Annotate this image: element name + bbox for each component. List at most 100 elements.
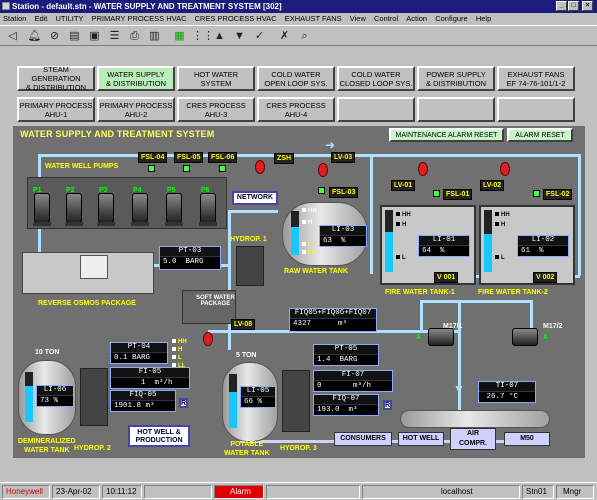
nav-empty-3[interactable]: [497, 97, 575, 122]
lv-03-valve-icon[interactable]: [318, 163, 328, 177]
m17-1-motor-icon[interactable]: [428, 328, 454, 346]
m17-2-motor-icon[interactable]: [512, 328, 538, 346]
alarm-indicator[interactable]: Alarm: [214, 485, 264, 499]
network-link[interactable]: NETWORK: [232, 191, 278, 205]
menu-primary-process-hvac[interactable]: PRIMARY PROCESS HVAC: [92, 14, 187, 23]
status-host: localhost: [362, 485, 520, 499]
pump-p5[interactable]: [165, 193, 183, 226]
li-02-readout[interactable]: LI-02 61 %: [517, 235, 569, 257]
v-001-tag[interactable]: V 001: [434, 272, 459, 283]
menu-edit[interactable]: Edit: [34, 14, 47, 23]
check-icon[interactable]: ✓: [252, 29, 267, 44]
document-icon[interactable]: ▥: [147, 29, 162, 44]
menu-configure[interactable]: Configure: [435, 14, 468, 23]
lv-02-tag[interactable]: LV-02: [480, 180, 505, 191]
nav-hot-water[interactable]: HOT WATER SYSTEM: [177, 66, 255, 91]
nav-empty-1[interactable]: [337, 97, 415, 122]
bell-icon[interactable]: 🔔︎: [27, 29, 42, 44]
consumers-button[interactable]: CONSUMERS: [334, 432, 392, 446]
li-03-readout[interactable]: LI-03 63 %: [319, 225, 367, 247]
pump-p3[interactable]: [97, 193, 115, 226]
chart-icon[interactable]: ▦: [172, 29, 187, 44]
hydrop-1-unit[interactable]: [236, 246, 264, 286]
reset-r-button[interactable]: R: [383, 400, 392, 410]
hydrop-2-unit[interactable]: [80, 368, 108, 426]
up-icon[interactable]: ▲: [212, 29, 227, 44]
menu-action[interactable]: Action: [406, 14, 427, 23]
pt-03-readout[interactable]: PT-03 5.0 BARG: [159, 246, 221, 270]
air-receiver-vessel[interactable]: [400, 410, 550, 428]
menu-view[interactable]: View: [350, 14, 366, 23]
nav-cres-ahu-3[interactable]: CRES PROCESS AHU-3: [177, 97, 255, 122]
potable-level-bar: [229, 374, 237, 428]
menu-station[interactable]: Station: [3, 14, 26, 23]
ti-07-readout[interactable]: TI-07 26.7 °C: [478, 381, 536, 403]
search-icon[interactable]: ⌕: [297, 29, 312, 44]
lv-01-tag[interactable]: LV-01: [391, 180, 416, 191]
down-icon[interactable]: ▼: [232, 29, 247, 44]
hot-well-button[interactable]: HOT WELL: [398, 432, 444, 446]
lv-08-tag[interactable]: LV-08: [231, 319, 256, 330]
nav-exhaust-fans[interactable]: EXHAUST FANS EF 74-76-101/1-2: [497, 66, 575, 91]
lv-03-tag[interactable]: LV-03: [331, 152, 356, 163]
nav-cres-ahu-4[interactable]: CRES PROCESS AHU-4: [257, 97, 335, 122]
nav-steam-generation[interactable]: STEAM GENERATION & DISTRIBUTION: [17, 65, 95, 92]
nav-empty-2[interactable]: [417, 97, 495, 122]
reset-r-button[interactable]: R: [179, 398, 188, 408]
pump-p6[interactable]: [199, 193, 217, 226]
nav-cold-water-closed[interactable]: COLD WATER CLOSED LOOP SYS.: [337, 66, 415, 91]
maintenance-alarm-reset-button[interactable]: MAINTENANCE ALARM RESET: [389, 128, 504, 142]
fsl-01-tag[interactable]: FSL-01: [443, 189, 473, 200]
fi-05-readout[interactable]: FI-05 1 m³/h: [110, 367, 190, 389]
list-icon[interactable]: ☰: [107, 29, 122, 44]
pt-04-readout[interactable]: PT-04 0.1 BARG: [110, 342, 168, 364]
fsl-04-tag[interactable]: FSL-04: [138, 152, 168, 163]
silence-icon[interactable]: ⊘: [47, 29, 62, 44]
menu-control[interactable]: Control: [374, 14, 398, 23]
menu-utility[interactable]: UTILITY: [55, 14, 83, 23]
print-icon[interactable]: ⎙: [127, 29, 142, 44]
nav-primary-ahu-1[interactable]: PRIMARY PROCESS AHU-1: [17, 97, 95, 122]
minimize-button[interactable]: _: [556, 1, 567, 11]
nav-cold-water-open[interactable]: COLD WATER OPEN LOOP SYS.: [257, 66, 335, 91]
report-icon[interactable]: ▤: [67, 29, 82, 44]
menu-cres-process-hvac[interactable]: CRES PROCESS HVAC: [195, 14, 277, 23]
fiq-sum-readout[interactable]: FIQ05+FIQ06+FIQ07 4327 m³: [289, 308, 377, 332]
back-icon[interactable]: ◁: [5, 29, 20, 44]
nav-primary-ahu-2[interactable]: PRIMARY PROCESS AHU-2: [97, 97, 175, 122]
fsl-03-tag[interactable]: FSL-03: [329, 187, 359, 198]
v-002-tag[interactable]: V 002: [533, 272, 558, 283]
close-button[interactable]: ×: [582, 1, 593, 11]
zsh-valve-icon[interactable]: [255, 160, 265, 174]
fsl-05-tag[interactable]: FSL-05: [174, 152, 204, 163]
fi-07-readout[interactable]: FI-07 0 m³/h: [313, 370, 393, 392]
grid-icon[interactable]: ⋮⋮: [192, 29, 214, 44]
li-05-readout[interactable]: LI-05 66 %: [240, 386, 276, 408]
lv-02-valve-icon[interactable]: [500, 162, 510, 176]
lv-01-valve-icon[interactable]: [418, 162, 428, 176]
zsh-tag[interactable]: ZSH: [274, 153, 294, 164]
li-06-readout[interactable]: LI-06 73 %: [36, 385, 74, 407]
pt-05-readout[interactable]: PT-05 1.4 BARG: [313, 344, 379, 366]
m50-button[interactable]: M50: [504, 432, 550, 446]
menu-exhaust-fans[interactable]: EXHAUST FANS: [285, 14, 342, 23]
fsl-02-tag[interactable]: FSL-02: [543, 189, 573, 200]
li-01-readout[interactable]: LI-01 64 %: [418, 235, 470, 257]
pump-p4[interactable]: [131, 193, 149, 226]
pump-p1[interactable]: [33, 193, 51, 226]
air-compressor-button[interactable]: AIR COMPR.: [450, 428, 496, 450]
cross-icon[interactable]: ✗: [277, 29, 292, 44]
alarm-reset-button[interactable]: ALARM RESET: [507, 128, 573, 142]
fiq-05-readout[interactable]: FIQ-05 1901.8 m³: [110, 390, 176, 412]
hot-well-production-link[interactable]: HOT WELL & PRODUCTION: [128, 425, 190, 447]
pump-p2[interactable]: [65, 193, 83, 226]
menu-help[interactable]: Help: [476, 14, 491, 23]
hydrop-3-unit[interactable]: [282, 370, 310, 432]
lv-08-valve-icon[interactable]: [203, 332, 213, 346]
maximize-button[interactable]: □: [568, 1, 579, 11]
nav-power-supply[interactable]: POWER SUPPLY & DISTRIBUTION: [417, 66, 495, 91]
alarm-summary-icon[interactable]: ▣: [87, 29, 102, 44]
fiq-07-readout[interactable]: FIQ-07 193.0 m³: [313, 394, 379, 416]
fsl-06-tag[interactable]: FSL-06: [208, 152, 238, 163]
nav-water-supply[interactable]: WATER SUPPLY & DISTRIBUTION: [97, 66, 175, 91]
